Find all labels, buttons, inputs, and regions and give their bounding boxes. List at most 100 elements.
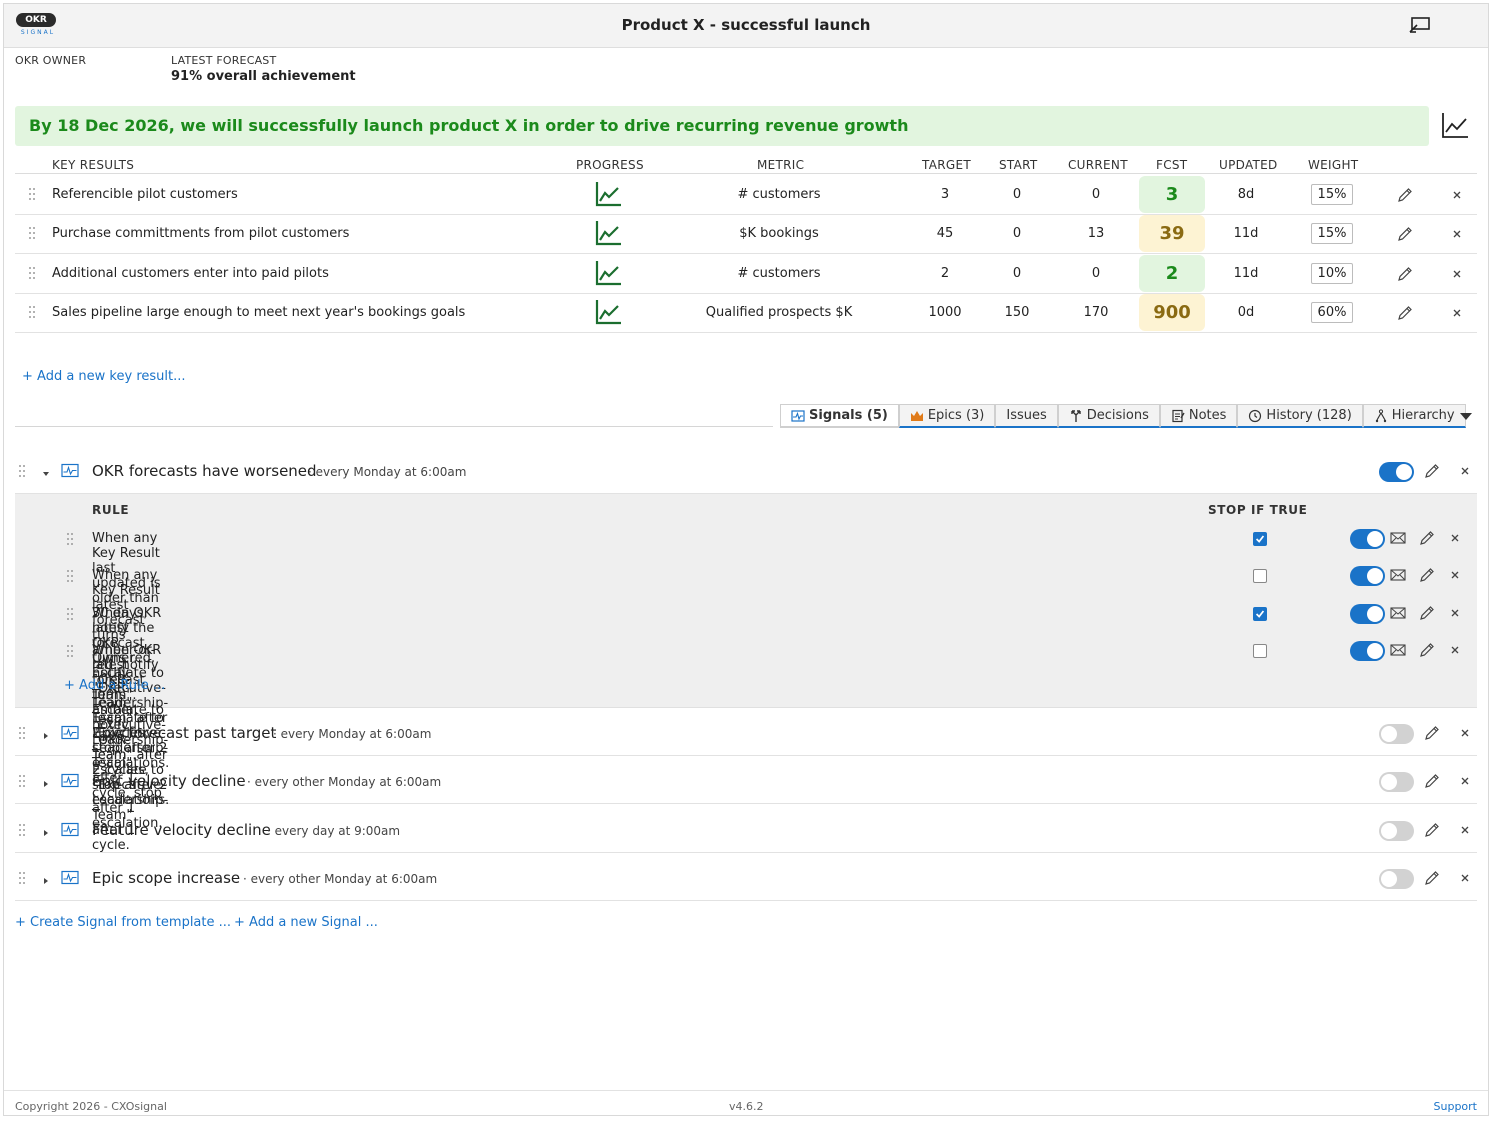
drag-handle-icon[interactable] [18,871,26,889]
rule-enabled-toggle[interactable] [1350,604,1385,624]
edit-pencil-icon[interactable] [1397,266,1413,282]
drag-handle-icon[interactable] [28,226,36,243]
rule-enabled-toggle[interactable] [1350,566,1385,586]
close-icon[interactable] [1459,727,1471,743]
edit-pencil-icon[interactable] [1424,725,1440,745]
signal-enabled-toggle[interactable] [1379,724,1414,744]
key-result-forecast[interactable]: 3 [1139,176,1205,213]
close-icon[interactable] [1451,228,1467,244]
close-icon[interactable] [1449,569,1461,585]
support-link[interactable]: Support [1434,1100,1477,1113]
key-result-forecast[interactable]: 900 [1139,294,1205,331]
tab-hierarchy[interactable]: Hierarchy [1362,404,1466,428]
stop-if-true-checkbox[interactable] [1253,569,1267,583]
tab-history[interactable]: History (128) [1237,404,1363,428]
edit-pencil-icon[interactable] [1419,605,1435,625]
edit-pencil-icon[interactable] [1424,870,1440,890]
close-icon[interactable] [1451,307,1467,323]
tab-signals[interactable]: Signals (5) [780,404,899,428]
email-notify-icon[interactable] [1390,607,1406,623]
signal-row[interactable]: Feature velocity decline · every day at 9… [15,807,1477,853]
key-result-row[interactable]: Purchase committments from pilot custome… [15,214,1477,254]
signal-enabled-toggle[interactable] [1379,869,1414,889]
key-result-name[interactable]: Purchase committments from pilot custome… [52,226,349,241]
signal-enabled-toggle[interactable] [1379,821,1414,841]
key-result-forecast[interactable]: 2 [1139,255,1205,292]
tab-decisions[interactable]: Decisions [1057,404,1160,428]
add-key-result-link[interactable]: + Add a new key result... [22,369,186,384]
collapse-caret-icon[interactable] [42,467,50,482]
key-result-row[interactable]: Additional customers enter into paid pil… [15,254,1477,294]
key-result-weight-input[interactable]: 15% [1311,184,1353,205]
tab-notes[interactable]: Notes [1159,404,1238,428]
stop-if-true-checkbox[interactable] [1253,607,1267,621]
close-icon[interactable] [1459,824,1471,840]
close-icon[interactable] [1459,775,1471,791]
edit-pencil-icon[interactable] [1419,530,1435,550]
add-new-signal-link[interactable]: + Add a new Signal ... [234,915,378,930]
progress-chart-icon[interactable] [594,219,622,251]
close-icon[interactable] [1449,607,1461,623]
email-notify-icon[interactable] [1390,532,1406,548]
close-icon[interactable] [1459,465,1471,481]
key-result-row[interactable]: Sales pipeline large enough to meet next… [15,293,1477,333]
stop-if-true-checkbox[interactable] [1253,644,1267,658]
close-icon[interactable] [1451,189,1467,205]
edit-pencil-icon[interactable] [1424,463,1440,483]
key-result-weight-input[interactable]: 60% [1311,302,1353,323]
signal-row[interactable]: Epic forecast past target · every Monday … [15,710,1477,756]
rule-enabled-toggle[interactable] [1350,529,1385,549]
signal-enabled-toggle[interactable] [1379,462,1414,482]
drag-handle-icon[interactable] [66,532,74,550]
key-result-name[interactable]: Sales pipeline large enough to meet next… [52,305,465,320]
drag-handle-icon[interactable] [28,266,36,283]
expand-caret-icon[interactable] [42,826,50,841]
tab-issues[interactable]: Issues [995,404,1058,428]
close-icon[interactable] [1459,872,1471,888]
edit-pencil-icon[interactable] [1419,642,1435,662]
edit-pencil-icon[interactable] [1397,226,1413,242]
drag-handle-icon[interactable] [66,644,74,662]
rule-enabled-toggle[interactable] [1350,641,1385,661]
key-result-name[interactable]: Additional customers enter into paid pil… [52,266,329,281]
add-rule-link[interactable]: + Add a Rule ... [64,678,165,693]
presentation-mode-icon[interactable] [1408,16,1432,36]
key-result-name[interactable]: Referencible pilot customers [52,187,238,202]
key-result-row[interactable]: Referencible pilot customers # customers 3… [15,175,1477,215]
drag-handle-icon[interactable] [28,305,36,322]
signal-enabled-toggle[interactable] [1379,772,1414,792]
edit-pencil-icon[interactable] [1397,305,1413,321]
tab-epics[interactable]: Epics (3) [898,404,996,428]
edit-pencil-icon[interactable] [1397,187,1413,203]
edit-pencil-icon[interactable] [1419,567,1435,587]
drag-handle-icon[interactable] [66,607,74,625]
progress-chart-icon[interactable] [594,298,622,330]
close-icon[interactable] [1451,268,1467,284]
signal-name[interactable]: OKR forecasts have worsened [92,462,317,480]
drag-handle-icon[interactable] [28,187,36,204]
drag-handle-icon[interactable] [66,569,74,587]
close-icon[interactable] [1449,644,1461,660]
stop-if-true-checkbox[interactable] [1253,532,1267,546]
edit-pencil-icon[interactable] [1424,773,1440,793]
tabs-dropdown-icon[interactable] [1459,410,1473,420]
objective-banner[interactable]: By 18 Dec 2026, we will successfully lau… [15,106,1429,146]
edit-pencil-icon[interactable] [1424,822,1440,842]
drag-handle-icon[interactable] [18,823,26,841]
signal-row[interactable]: Epic scope increase · every other Monday … [15,855,1477,901]
expand-caret-icon[interactable] [42,729,50,744]
progress-chart-icon[interactable] [594,180,622,212]
signal-row[interactable]: OKR forecasts have worsened · every Monda… [15,448,1477,494]
close-icon[interactable] [1449,532,1461,548]
signal-name[interactable]: Epic scope increase [92,869,240,887]
key-result-weight-input[interactable]: 10% [1311,263,1353,284]
drag-handle-icon[interactable] [18,464,26,482]
expand-caret-icon[interactable] [42,874,50,889]
progress-chart-icon[interactable] [594,259,622,291]
key-result-forecast[interactable]: 39 [1139,215,1205,252]
key-result-weight-input[interactable]: 15% [1311,223,1353,244]
trend-chart-icon[interactable] [1440,110,1470,140]
expand-caret-icon[interactable] [42,777,50,792]
create-signal-from-template-link[interactable]: + Create Signal from template ... [15,915,231,930]
rule-text[interactable]: When OKR latest forecast turns amber, no… [92,643,168,853]
